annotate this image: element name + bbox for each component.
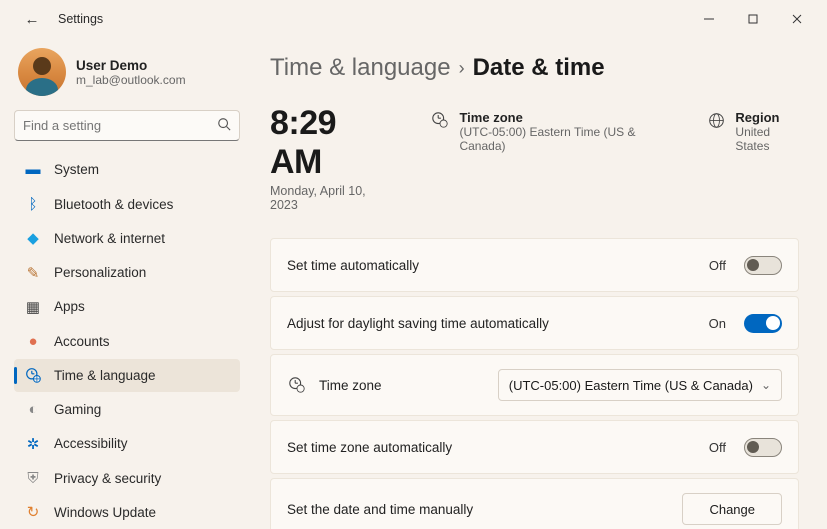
setting-dst-automatically: Adjust for daylight saving time automati…	[270, 296, 799, 350]
setting-label: Time zone	[319, 378, 486, 393]
nav-label: System	[54, 162, 99, 177]
toggle-state: Off	[709, 440, 726, 455]
main-content: Time & language › Date & time 8:29 AM Mo…	[252, 38, 827, 529]
info-value: United States	[735, 125, 799, 153]
accessibility-icon: ✲	[24, 435, 42, 453]
nav-label: Gaming	[54, 402, 101, 417]
titlebar: ← Settings	[0, 0, 827, 38]
user-email: m_lab@outlook.com	[76, 73, 186, 87]
setting-time-zone: Time zone (UTC-05:00) Eastern Time (US &…	[270, 354, 799, 416]
nav-item-gaming[interactable]: ◐ Gaming	[14, 393, 240, 426]
breadcrumb-parent[interactable]: Time & language	[270, 54, 451, 82]
page-title: Date & time	[473, 54, 605, 82]
maximize-button[interactable]	[731, 4, 775, 34]
sidebar: User Demo m_lab@outlook.com ▬ System ᛒ B…	[0, 38, 252, 529]
nav-label: Personalization	[54, 265, 146, 280]
setting-set-manually: Set the date and time manually Change	[270, 478, 799, 529]
nav-item-accessibility[interactable]: ✲ Accessibility	[14, 427, 240, 460]
info-label: Region	[735, 110, 799, 125]
change-button[interactable]: Change	[682, 493, 782, 525]
setting-label: Set the date and time manually	[287, 502, 670, 517]
toggle-dst-automatically[interactable]	[744, 314, 782, 333]
toggle-state: On	[709, 316, 726, 331]
toggle-set-timezone-automatically[interactable]	[744, 438, 782, 457]
gamepad-icon: ◐	[24, 401, 42, 419]
nav-label: Bluetooth & devices	[54, 197, 173, 212]
user-profile[interactable]: User Demo m_lab@outlook.com	[14, 42, 240, 110]
current-date: Monday, April 10, 2023	[270, 184, 383, 212]
nav-item-accounts[interactable]: ● Accounts	[14, 325, 240, 358]
setting-label: Adjust for daylight saving time automati…	[287, 316, 697, 331]
user-name: User Demo	[76, 58, 186, 73]
nav-label: Accessibility	[54, 436, 128, 451]
avatar	[18, 48, 66, 96]
clock-globe-icon	[287, 376, 307, 394]
brush-icon: ✎	[24, 264, 42, 282]
window-controls	[687, 4, 819, 34]
nav-label: Accounts	[54, 334, 110, 349]
window-title: Settings	[58, 12, 103, 26]
toggle-state: Off	[709, 258, 726, 273]
search-input[interactable]	[23, 118, 217, 133]
nav-item-system[interactable]: ▬ System	[14, 153, 240, 186]
nav-label: Privacy & security	[54, 471, 161, 486]
nav-item-time-language[interactable]: Time & language	[14, 359, 240, 392]
breadcrumb: Time & language › Date & time	[270, 54, 799, 82]
settings-list: Set time automatically Off Adjust for da…	[270, 238, 799, 529]
minimize-button[interactable]	[687, 4, 731, 34]
search-icon	[217, 117, 231, 134]
setting-set-time-automatically: Set time automatically Off	[270, 238, 799, 292]
chevron-right-icon: ›	[459, 58, 465, 79]
back-button[interactable]: ←	[18, 5, 46, 33]
timezone-info: Time zone (UTC-05:00) Eastern Time (US &…	[431, 104, 659, 153]
dropdown-value: (UTC-05:00) Eastern Time (US & Canada)	[509, 378, 753, 393]
close-button[interactable]	[775, 4, 819, 34]
update-icon: ↻	[24, 503, 42, 521]
nav-item-personalization[interactable]: ✎ Personalization	[14, 256, 240, 289]
setting-label: Set time automatically	[287, 258, 697, 273]
nav-label: Apps	[54, 299, 85, 314]
setting-label: Set time zone automatically	[287, 440, 697, 455]
nav-item-network[interactable]: ◆ Network & internet	[14, 222, 240, 255]
shield-icon: ⛨	[24, 469, 42, 487]
clock-block: 8:29 AM Monday, April 10, 2023	[270, 104, 383, 212]
current-time: 8:29 AM	[270, 104, 383, 182]
wifi-icon: ◆	[24, 229, 42, 247]
nav-item-update[interactable]: ↻ Windows Update	[14, 496, 240, 529]
toggle-set-time-automatically[interactable]	[744, 256, 782, 275]
info-value: (UTC-05:00) Eastern Time (US & Canada)	[459, 125, 659, 153]
nav-list: ▬ System ᛒ Bluetooth & devices ◆ Network…	[14, 153, 240, 529]
nav-item-bluetooth[interactable]: ᛒ Bluetooth & devices	[14, 188, 240, 221]
nav-item-privacy[interactable]: ⛨ Privacy & security	[14, 461, 240, 494]
nav-label: Network & internet	[54, 231, 165, 246]
info-row: 8:29 AM Monday, April 10, 2023 Time zone…	[270, 104, 799, 212]
monitor-icon: ▬	[24, 161, 42, 179]
nav-label: Time & language	[54, 368, 156, 383]
bluetooth-icon: ᛒ	[24, 195, 42, 213]
nav-item-apps[interactable]: ▦ Apps	[14, 290, 240, 323]
info-label: Time zone	[459, 110, 659, 125]
globe-icon	[708, 110, 726, 130]
chevron-down-icon: ⌄	[761, 378, 771, 392]
nav-label: Windows Update	[54, 505, 156, 520]
clock-globe-icon	[431, 110, 449, 130]
search-input-container[interactable]	[14, 110, 240, 141]
timezone-dropdown[interactable]: (UTC-05:00) Eastern Time (US & Canada) ⌄	[498, 369, 782, 401]
apps-icon: ▦	[24, 298, 42, 316]
region-info: Region United States	[708, 104, 799, 153]
clock-globe-icon	[24, 366, 42, 384]
person-icon: ●	[24, 332, 42, 350]
setting-set-timezone-automatically: Set time zone automatically Off	[270, 420, 799, 474]
